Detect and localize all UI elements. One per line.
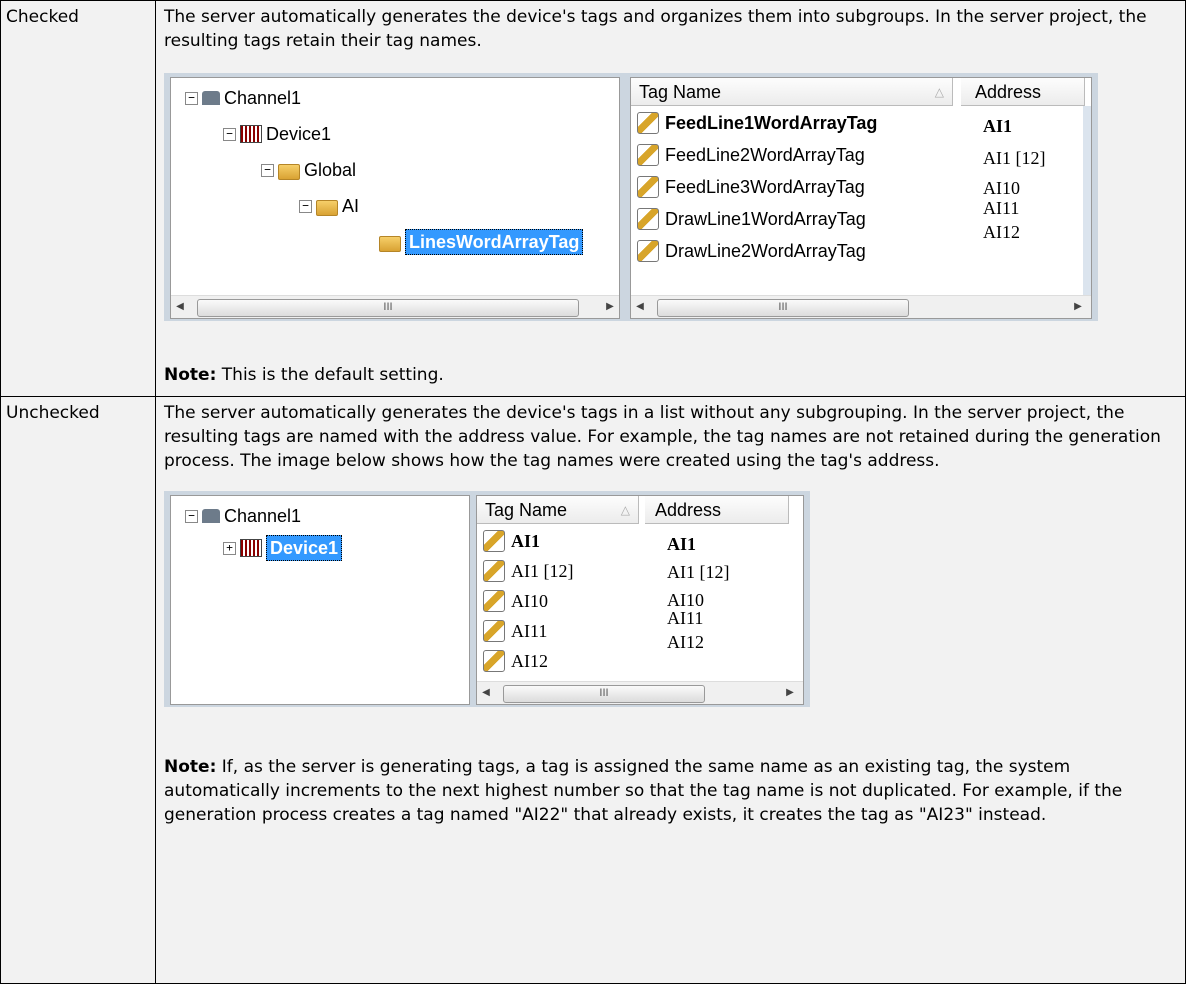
tag-icon — [483, 530, 505, 552]
scroll-thumb[interactable]: III — [197, 299, 579, 317]
collapse-icon[interactable]: − — [185, 91, 198, 105]
address-value: AI1 [12] — [667, 562, 730, 582]
tag-icon — [483, 590, 505, 612]
table-row-checked: Checked The server automatically generat… — [0, 0, 1186, 397]
list-item[interactable]: AI1 — [483, 528, 540, 554]
tag-icon — [483, 650, 505, 672]
tag-icon — [483, 560, 505, 582]
column-header-address[interactable]: Address — [645, 496, 789, 524]
address-value: AI12 — [983, 222, 1020, 242]
tag-list-pane: Tag Name △ Address FeedLine1WordArrayTag … — [630, 77, 1092, 319]
horizontal-scrollbar[interactable]: ◀ III ▶ — [631, 295, 1091, 318]
scroll-left-icon[interactable]: ◀ — [479, 684, 493, 702]
horizontal-scrollbar[interactable]: ◀ III ▶ — [171, 295, 619, 318]
list-item[interactable]: AI12 — [483, 648, 548, 674]
screenshot-unchecked: − Channel1 + Device1 Tag Name △ Address A… — [164, 491, 810, 707]
device-icon — [240, 125, 262, 143]
list-item[interactable]: DrawLine2WordArrayTag — [637, 238, 866, 264]
horizontal-scrollbar[interactable]: ◀ III ▶ — [477, 681, 803, 704]
expand-icon[interactable]: + — [223, 541, 236, 555]
address-value: AI1 — [667, 534, 697, 554]
scroll-right-icon[interactable]: ▶ — [603, 298, 617, 316]
scroll-left-icon[interactable]: ◀ — [173, 298, 187, 316]
list-item[interactable]: FeedLine1WordArrayTag — [637, 110, 877, 136]
list-item[interactable]: DrawLine1WordArrayTag — [637, 206, 866, 232]
collapse-icon[interactable]: − — [299, 199, 312, 213]
device-icon — [240, 539, 262, 557]
address-value: AI11 — [667, 608, 704, 628]
tree-node-device[interactable]: + Device1 — [223, 535, 343, 561]
description-cell-checked: The server automatically generates the d… — [155, 0, 1186, 397]
tree-node-ai[interactable]: − AI — [299, 194, 359, 218]
tag-icon — [637, 112, 659, 134]
address-value: AI11 — [983, 198, 1020, 218]
tag-icon — [637, 240, 659, 262]
tree-pane: − Channel1 − Device1 − Global − AI Lines… — [170, 77, 620, 319]
scroll-right-icon[interactable]: ▶ — [783, 684, 797, 702]
channel-icon — [202, 509, 220, 523]
screenshot-checked: − Channel1 − Device1 − Global − AI Lines… — [164, 73, 1098, 321]
tree-node-global[interactable]: − Global — [261, 158, 356, 182]
folder-icon — [316, 199, 338, 216]
tree-pane: − Channel1 + Device1 — [170, 495, 470, 705]
address-value: AI12 — [667, 632, 704, 652]
collapse-icon[interactable]: − — [185, 509, 198, 523]
option-label-unchecked: Unchecked — [0, 396, 156, 984]
folder-icon — [278, 163, 300, 180]
description-cell-unchecked: The server automatically generates the d… — [155, 396, 1186, 984]
column-header-tag-name[interactable]: Tag Name △ — [477, 496, 639, 524]
collapse-icon[interactable]: − — [261, 163, 274, 177]
column-header-address[interactable]: Address — [961, 78, 1085, 106]
tag-icon — [637, 208, 659, 230]
description-unchecked: The server automatically generates the d… — [164, 403, 1161, 471]
scroll-thumb[interactable]: III — [657, 299, 909, 317]
list-item[interactable]: AI1 [12] — [483, 558, 573, 584]
tree-node-device[interactable]: − Device1 — [223, 122, 331, 146]
folder-icon — [379, 235, 401, 252]
tag-icon — [483, 620, 505, 642]
address-value: AI10 — [983, 178, 1020, 198]
channel-icon — [202, 91, 220, 105]
list-item[interactable]: AI11 — [483, 618, 547, 644]
address-value: AI10 — [667, 590, 704, 610]
tree-node-channel[interactable]: − Channel1 — [185, 86, 301, 110]
scroll-right-icon[interactable]: ▶ — [1071, 298, 1085, 316]
list-item[interactable]: AI10 — [483, 588, 548, 614]
address-value: AI1 — [983, 116, 1013, 136]
option-label-checked: Checked — [0, 0, 156, 397]
tag-icon — [637, 176, 659, 198]
address-value: AI1 [12] — [983, 148, 1046, 168]
list-item[interactable]: FeedLine3WordArrayTag — [637, 174, 865, 200]
collapse-icon[interactable]: − — [223, 127, 236, 141]
note-checked: Note: This is the default setting. — [164, 365, 444, 385]
tag-icon — [637, 144, 659, 166]
tree-node-lineswordarraytag[interactable]: LinesWordArrayTag — [379, 229, 584, 255]
tree-node-channel[interactable]: − Channel1 — [185, 504, 301, 528]
scroll-left-icon[interactable]: ◀ — [633, 298, 647, 316]
tag-list-pane: Tag Name △ Address AI1 AI1 [12] AI10 AI11… — [476, 495, 804, 705]
description-checked: The server automatically generates the d… — [164, 7, 1147, 51]
note-unchecked: Note: If, as the server is generating ta… — [164, 757, 1123, 825]
scroll-thumb[interactable]: III — [503, 685, 705, 703]
table-row-unchecked: Unchecked The server automatically gener… — [0, 396, 1186, 984]
column-header-tag-name[interactable]: Tag Name △ — [631, 78, 953, 106]
list-item[interactable]: FeedLine2WordArrayTag — [637, 142, 865, 168]
options-table: Checked The server automatically generat… — [0, 0, 1186, 984]
